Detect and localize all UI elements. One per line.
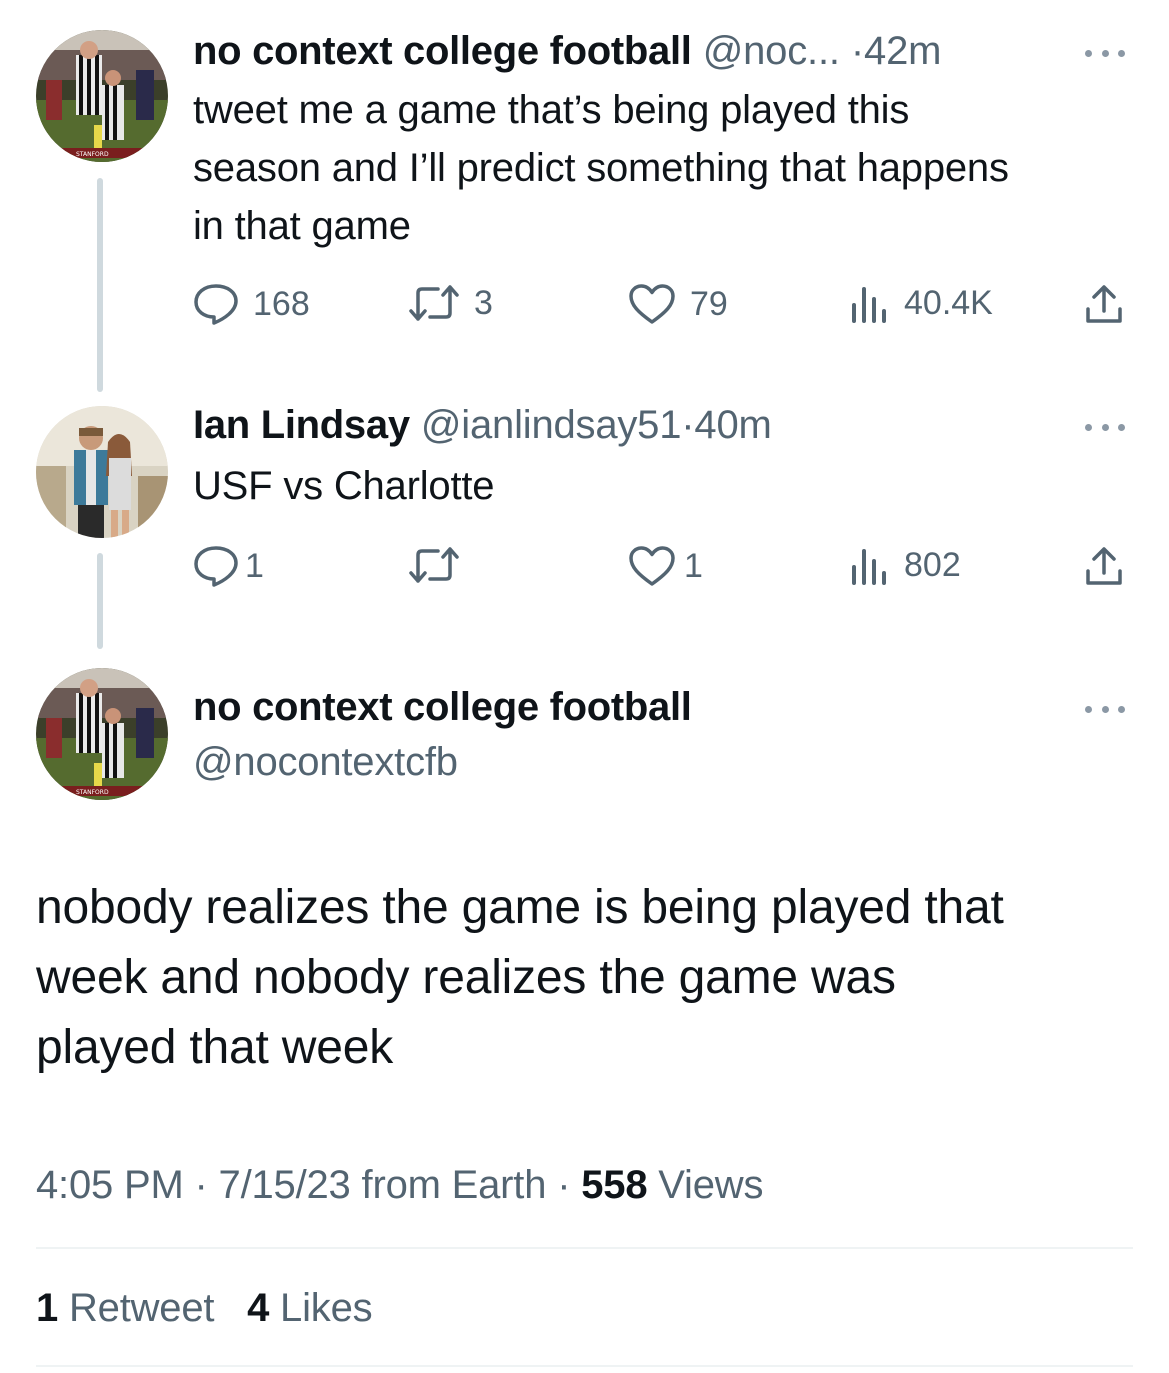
tweet-header: Ian Lindsay @ianlindsay51·40m — [193, 401, 772, 449]
divider — [36, 1365, 1133, 1367]
views-count: 558 — [581, 1163, 648, 1207]
tweet-source: from Earth — [361, 1163, 547, 1207]
like-count: 79 — [690, 285, 728, 323]
retweet-count: 3 — [474, 284, 493, 322]
tweet-date[interactable]: 7/15/23 — [219, 1163, 351, 1207]
views-button[interactable]: 802 — [850, 545, 961, 585]
engagement-stats: 1 Retweet 4 Likes — [36, 1283, 373, 1333]
tweet-text: tweet me a game that’s being played this… — [193, 81, 1153, 255]
author-handle[interactable]: @noc... — [703, 29, 840, 73]
share-icon — [1086, 547, 1122, 585]
like-button[interactable]: 1 — [628, 545, 703, 587]
tweet-text-line: USF vs Charlotte — [193, 464, 495, 508]
like-icon — [629, 284, 675, 324]
tweet-text-line: in that game — [193, 204, 411, 248]
reply-button[interactable]: 168 — [193, 283, 310, 325]
avatar-badge-text: STANFORD — [76, 789, 109, 796]
tweet-text-line: tweet me a game that’s being played this — [193, 88, 910, 132]
author-name[interactable]: Ian Lindsay — [193, 403, 410, 447]
reply-count: 1 — [245, 547, 264, 585]
share-button[interactable] — [1083, 545, 1125, 587]
reply-button[interactable]: 1 — [193, 545, 264, 587]
avatar[interactable]: STANFORD — [36, 30, 168, 162]
views-icon — [852, 549, 886, 585]
like-stat[interactable]: 4 Likes — [247, 1286, 373, 1330]
timestamp[interactable]: 40m — [694, 403, 771, 447]
tweet-text: USF vs Charlotte — [193, 457, 1153, 515]
retweet-button[interactable]: 3 — [408, 283, 493, 323]
separator: · — [194, 1163, 208, 1207]
avatar[interactable] — [36, 406, 168, 538]
retweet-label: Retweet — [68, 1286, 215, 1330]
views-icon — [852, 287, 886, 323]
tweet-text-line: week and nobody realizes the game was — [36, 951, 896, 1004]
author-handle[interactable]: @ianlindsay51 — [421, 403, 682, 447]
timestamp[interactable]: 42m — [864, 29, 941, 73]
like-button[interactable]: 79 — [628, 283, 728, 325]
author-handle[interactable]: @nocontextcfb — [193, 738, 458, 786]
separator: · — [681, 403, 695, 447]
views-count: 40.4K — [904, 284, 993, 322]
tweet-text: nobody realizes the game is being played… — [36, 873, 1136, 1083]
reply-icon — [194, 546, 238, 587]
more-icon[interactable] — [1085, 47, 1125, 59]
thread-connector — [97, 553, 103, 649]
tweet-header: no context college football @noc... ·42m — [193, 27, 941, 75]
views-label: Views — [658, 1163, 764, 1207]
tweet-text-line: played that week — [36, 1021, 394, 1074]
divider — [36, 1247, 1133, 1249]
tweet-text-line: nobody realizes the game is being played… — [36, 881, 1004, 934]
share-button[interactable] — [1083, 283, 1125, 325]
author-name[interactable]: no context college football — [193, 29, 692, 73]
avatar[interactable]: STANFORD — [36, 668, 168, 800]
retweet-button[interactable] — [408, 545, 474, 585]
tweet-metadata: 4:05 PM · 7/15/23 from Earth · 558 Views — [36, 1160, 763, 1210]
share-icon — [1086, 285, 1122, 323]
like-count: 4 — [247, 1286, 270, 1330]
views-count: 802 — [904, 546, 961, 584]
retweet-icon — [409, 285, 459, 321]
reply-icon — [194, 284, 238, 325]
thread-connector — [97, 178, 103, 392]
avatar-badge-text: STANFORD — [76, 151, 109, 158]
more-icon[interactable] — [1085, 421, 1125, 433]
retweet-count: 1 — [36, 1286, 59, 1330]
like-label: Likes — [280, 1286, 373, 1330]
separator: · — [850, 29, 865, 73]
more-icon[interactable] — [1085, 703, 1125, 715]
tweet-time[interactable]: 4:05 PM — [36, 1163, 184, 1207]
separator: · — [557, 1163, 571, 1207]
reply-count: 168 — [253, 285, 310, 323]
views-button[interactable]: 40.4K — [850, 283, 993, 323]
like-icon — [629, 546, 675, 586]
tweet-text-line: season and I’ll predict something that h… — [193, 146, 1009, 190]
retweet-stat[interactable]: 1 Retweet — [36, 1286, 215, 1330]
like-count: 1 — [684, 547, 703, 585]
retweet-icon — [409, 547, 459, 583]
author-name[interactable]: no context college football — [193, 683, 692, 731]
